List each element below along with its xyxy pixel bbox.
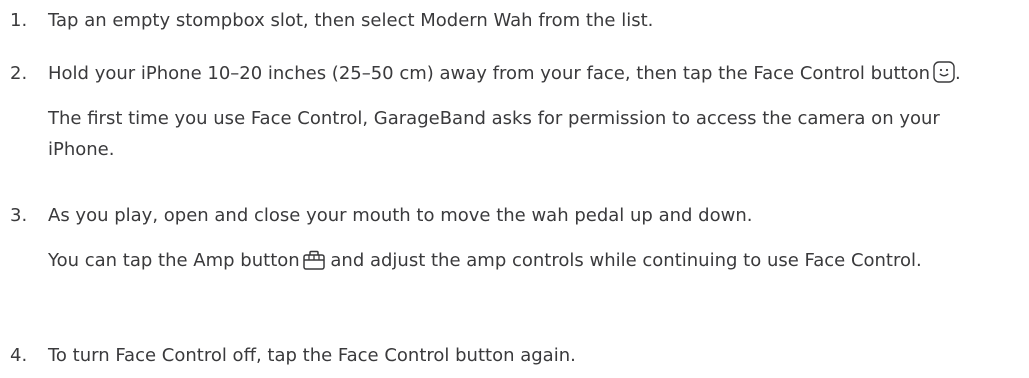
step-text: As you play, open and close your mouth t… <box>48 205 753 226</box>
step-number: 4. <box>10 345 28 366</box>
step-note: You can tap the Amp button and adjust th… <box>48 250 922 271</box>
step-4: 4. To turn Face Control off, tap the Fac… <box>0 340 1029 371</box>
step-text: Hold your iPhone 10–20 inches (25–50 cm)… <box>48 61 961 84</box>
face-control-icon <box>933 61 955 83</box>
step-1: 1. Tap an empty stompbox slot, then sele… <box>0 5 1029 36</box>
step-3: 3. As you play, open and close your mout… <box>0 200 1029 276</box>
step-text: To turn Face Control off, tap the Face C… <box>48 345 576 366</box>
amp-icon <box>302 250 325 270</box>
step-number: 2. <box>10 63 28 84</box>
step-2: 2. Hold your iPhone 10–20 inches (25–50 … <box>0 58 1029 165</box>
step-number: 3. <box>10 205 28 226</box>
step-note: The first time you use Face Control, Gar… <box>48 108 940 160</box>
step-text: Tap an empty stompbox slot, then select … <box>48 10 654 31</box>
step-number: 1. <box>10 10 28 31</box>
